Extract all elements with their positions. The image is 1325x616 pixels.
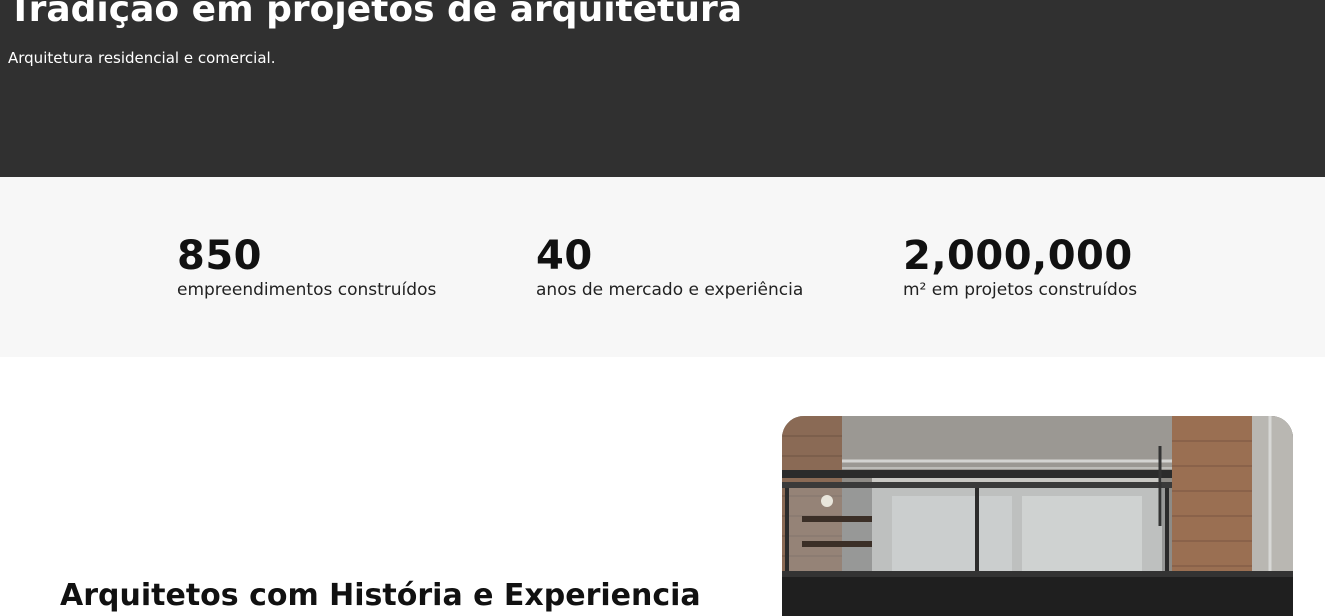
stat-value: 40 (536, 233, 593, 279)
stats-section: 850 empreendimentos construídos 40 anos … (0, 177, 1325, 357)
stat-years: 40 anos de mercado e experiência (536, 233, 803, 301)
stat-label: anos de mercado e experiência (536, 280, 804, 300)
stat-projects: 850 empreendimentos construídos (177, 233, 436, 301)
hero-section: Tradição em projetos de arquitetura Arqu… (0, 0, 1325, 177)
architecture-photo-illustration (782, 416, 1293, 616)
stat-value: 2,000,000 (903, 233, 1133, 279)
hero-title: Tradição em projetos de arquitetura (8, 0, 743, 30)
stat-value: 850 (177, 233, 262, 279)
stat-label: empreendimentos construídos (177, 280, 437, 300)
stat-area: 2,000,000 m² em projetos construídos (903, 233, 1137, 301)
about-title: Arquitetos com História e Experiencia (60, 578, 701, 613)
architecture-photo (782, 416, 1293, 616)
hero-subtitle: Arquitetura residencial e comercial. (8, 49, 276, 67)
stat-label: m² em projetos construídos (903, 280, 1138, 300)
